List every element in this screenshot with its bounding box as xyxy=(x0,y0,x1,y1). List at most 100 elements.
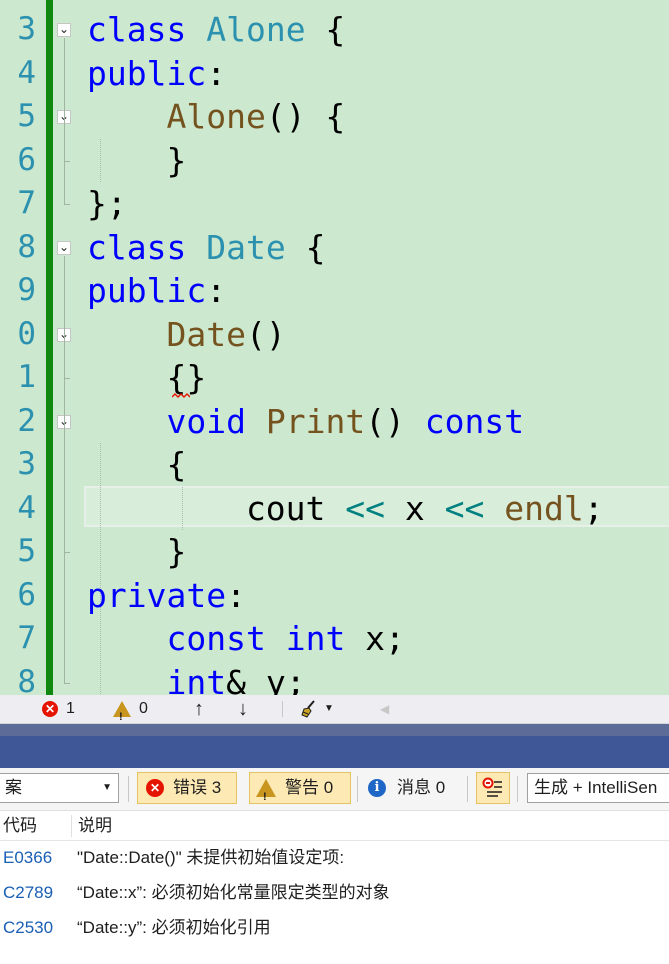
fold-region-line xyxy=(64,38,65,204)
line-number: 9 xyxy=(17,272,36,308)
code-line[interactable]: Alone() { xyxy=(87,95,345,139)
fold-region-end xyxy=(64,682,70,684)
code-token: void xyxy=(166,401,246,441)
code-token: private xyxy=(87,575,227,615)
change-tracking-bar xyxy=(46,0,53,695)
filter-by-document-button[interactable] xyxy=(476,772,510,804)
code-token: Alone xyxy=(166,97,266,136)
code-line[interactable]: private: xyxy=(87,574,246,618)
fold-region-end xyxy=(64,204,70,205)
toolbar-separator xyxy=(467,776,468,802)
chevron-down-icon: ▼ xyxy=(102,782,112,793)
column-header-code[interactable]: 代码 xyxy=(3,811,37,840)
line-number: 0 xyxy=(17,315,36,352)
code-token: : xyxy=(206,271,227,310)
line-number: 6 xyxy=(17,141,36,178)
code-token: Date xyxy=(206,227,286,267)
code-token: ; xyxy=(583,488,604,528)
fold-region-line xyxy=(64,429,65,552)
scope-value: 案 xyxy=(5,778,22,797)
error-code: C2530 xyxy=(3,918,54,937)
code-token: const xyxy=(166,619,266,658)
code-line[interactable]: void Print() const xyxy=(87,400,524,444)
line-number: 4 xyxy=(17,489,36,526)
next-issue-button[interactable]: ↓ xyxy=(238,695,248,723)
line-number: 8 xyxy=(17,663,36,696)
filter-list-icon xyxy=(482,777,502,797)
info-icon: i xyxy=(368,779,386,797)
error-code: C2789 xyxy=(3,883,54,902)
code-line[interactable]: public: xyxy=(87,52,226,96)
code-line[interactable]: Date() xyxy=(87,313,285,357)
column-header-description[interactable]: 说明 xyxy=(78,811,112,840)
code-token: }; xyxy=(87,184,127,223)
warning-count-indicator[interactable]: ! 0 xyxy=(113,695,148,723)
errors-filter-button[interactable]: ✕ 错误 3 xyxy=(137,772,237,804)
code-line[interactable]: public: xyxy=(87,269,226,313)
code-editor[interactable]: 3456789012345678 ⌄ ⌄ ⌄ ⌄ ⌄ class Alone {publ… xyxy=(0,0,669,695)
code-line[interactable]: } xyxy=(87,139,186,183)
title-bar-accent xyxy=(0,724,669,736)
table-row[interactable]: E0366 "Date::Date()" 未提供初始值设定项: xyxy=(0,840,669,875)
messages-filter-label: 消息 0 xyxy=(397,778,446,797)
code-line[interactable]: int& y; xyxy=(87,661,305,696)
code-token: x xyxy=(385,488,445,528)
code-cleanup-button[interactable]: ▼ xyxy=(300,695,334,723)
toolbar-separator xyxy=(128,776,129,802)
code-token: { xyxy=(285,227,326,267)
collapse-toggle-icon[interactable]: ⌄ xyxy=(57,23,71,37)
line-number: 1 xyxy=(17,359,36,395)
fold-region-line xyxy=(64,342,65,378)
error-icon: ✕ xyxy=(42,701,58,717)
column-divider[interactable] xyxy=(71,815,72,837)
code-line[interactable]: const int x; xyxy=(87,617,404,661)
error-count-indicator[interactable]: ✕ 1 xyxy=(42,695,75,723)
messages-filter-button[interactable]: i 消息 0 xyxy=(368,772,464,804)
code-line[interactable]: { xyxy=(87,443,186,487)
code-line[interactable]: class Date { xyxy=(87,226,325,270)
toolbar-separator xyxy=(357,776,358,802)
error-description: “Date::y”: 必须初始化引用 xyxy=(77,918,271,937)
build-source-dropdown[interactable]: 生成 + IntelliSen xyxy=(527,773,669,803)
code-token: public xyxy=(87,271,207,310)
code-token: class xyxy=(87,10,207,49)
table-row[interactable]: C2789 “Date::x”: 必须初始化常量限定类型的对象 xyxy=(0,875,669,910)
code-line[interactable]: class Alone { xyxy=(87,8,345,52)
line-number: 7 xyxy=(17,620,36,656)
error-count: 1 xyxy=(66,700,75,717)
code-token: : xyxy=(226,575,246,615)
line-number-gutter: 3 4 5 6 7 8 9 0 1 2 3 4 5 6 7 8 xyxy=(0,0,44,695)
code-line[interactable]: } xyxy=(87,530,186,574)
errors-filter-label: 错误 3 xyxy=(173,778,222,797)
error-list-toolbar: 案 ▼ ✕ 错误 3 ! 警告 0 i 消息 0 生成 + IntelliSen xyxy=(0,768,669,811)
table-row[interactable]: C2530 “Date::y”: 必须初始化引用 xyxy=(0,910,669,945)
error-description: “Date::x”: 必须初始化常量限定类型的对象 xyxy=(77,883,390,902)
error-list-title-bar[interactable] xyxy=(0,724,669,768)
warnings-filter-button[interactable]: ! 警告 0 xyxy=(249,772,351,804)
code-line[interactable]: }; xyxy=(87,182,127,226)
status-separator xyxy=(282,701,283,717)
scope-dropdown[interactable]: 案 ▼ xyxy=(0,773,119,803)
fold-region-line xyxy=(64,125,65,161)
line-number: 5 xyxy=(17,98,36,134)
line-number: 6 xyxy=(17,576,36,613)
build-source-value: 生成 + IntelliSen xyxy=(534,778,658,797)
code-token: () { xyxy=(265,97,346,136)
code-token: public xyxy=(87,53,207,93)
fold-region-end xyxy=(64,378,70,379)
error-icon: ✕ xyxy=(146,779,164,797)
line-number: 4 xyxy=(17,54,36,91)
scroll-left-button[interactable]: ◀ xyxy=(380,695,389,723)
caret-down-icon: ▼ xyxy=(324,703,334,714)
previous-issue-button[interactable]: ↑ xyxy=(194,695,204,723)
code-token: } xyxy=(87,532,187,571)
line-number: 3 xyxy=(17,11,36,47)
code-line[interactable]: cout << x << endl; xyxy=(87,487,604,531)
collapse-toggle-icon[interactable]: ⌄ xyxy=(57,240,71,255)
